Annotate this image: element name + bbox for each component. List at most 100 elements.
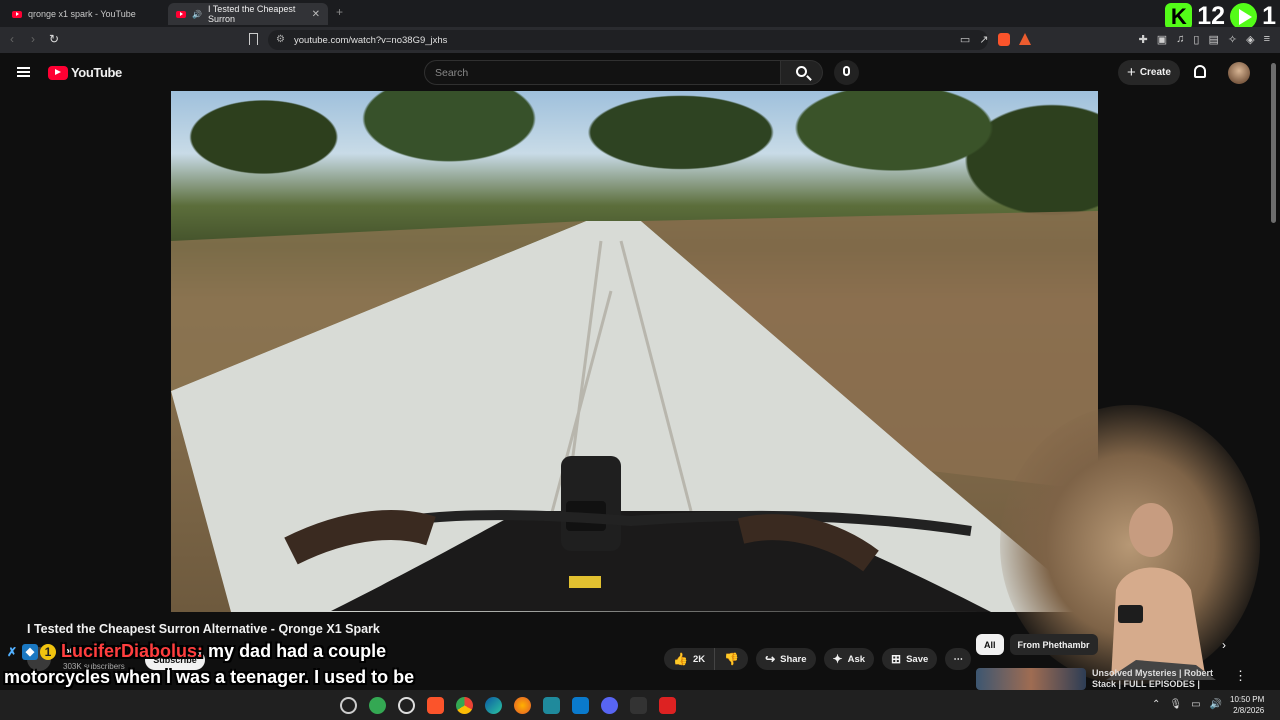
chrome-icon[interactable] [456,697,473,714]
close-tab-icon[interactable]: ✕ [312,9,320,20]
address-bar[interactable]: ⚙ youtube.com/watch?v=no38G9_jxhs [268,30,988,50]
youtube-favicon-icon [176,10,186,18]
thumbs-up-icon: 👍 [673,652,688,666]
edge-icon[interactable] [485,697,502,714]
youtube-favicon-icon [12,10,22,18]
chat-badges: ✗ ◆ 1 [4,644,56,661]
video-title: I Tested the Cheapest Surron Alternative… [27,622,380,636]
screenshot-icon[interactable]: ▣ [1157,33,1167,46]
extension-toolbar: ▭ ↗ ✚ ▣ ♫ ▯ ▤ ✧ ◈ ≡ [960,33,1270,46]
app-icon-red[interactable] [659,697,676,714]
dislike-button[interactable]: 👎 [715,648,749,670]
tab-title: qronge x1 spark - YouTube [28,9,136,19]
volume-icon[interactable]: 🔊 [1210,699,1222,710]
recommendation-title[interactable]: Unsolved Mysteries | Robert Stack | FULL… [1092,668,1222,690]
taskbar-apps [340,697,676,714]
chevron-right-icon[interactable]: › [1222,638,1226,652]
video-player[interactable] [171,91,1098,612]
search-icon [796,66,807,77]
related-filter-chips: All From Phethambr [976,634,1098,655]
kick-logo-icon: K [1165,3,1193,30]
share-page-icon[interactable]: ↗ [979,33,988,46]
taskbar: ⌃ 🎙 ▭ 🔊 10:50 PM 2/8/2026 [0,690,1280,720]
app-icon-circle[interactable] [340,697,357,714]
logo-text: YouTube [71,65,122,80]
more-options-icon[interactable]: ⋮ [1234,668,1247,684]
firefox-icon[interactable] [514,697,531,714]
back-icon[interactable]: ‹ [10,32,14,46]
cast-icon[interactable]: ▭ [960,33,970,46]
sidebar-icon[interactable]: ▯ [1193,33,1199,46]
speaker-icon[interactable]: 🔊 [192,10,202,19]
subscriber-badge-icon: ◆ [22,644,38,661]
voice-search-button[interactable] [834,60,859,85]
create-button[interactable]: + Create [1118,60,1180,85]
extensions-icon[interactable]: ✚ [1139,33,1148,46]
screen: qronge x1 spark - YouTube 🔊 I Tested the… [0,0,1280,720]
tab-title: I Tested the Cheapest Surron [207,4,296,24]
tab-qronge-search[interactable]: qronge x1 spark - YouTube [4,3,164,25]
chip-from-channel[interactable]: From Phethambr [1009,634,1098,655]
youtube-logo[interactable]: YouTube [48,65,122,80]
share-label: Share [780,653,807,665]
browser-toolbar: ‹ › ↻ ⚙ youtube.com/watch?v=no38G9_jxhs … [0,27,1280,53]
save-button[interactable]: ⊞ Save [882,648,938,670]
account-avatar[interactable] [1228,62,1250,84]
clock-time: 10:50 PM [1230,695,1265,704]
system-tray: ⌃ 🎙 ▭ 🔊 [1152,699,1222,710]
discord-icon[interactable] [601,697,618,714]
search-input[interactable]: Search [424,60,781,85]
brave-rewards-icon[interactable] [1018,33,1031,45]
ask-button[interactable]: ✦ Ask [823,648,875,670]
like-count: 2K [692,653,706,665]
brave-shields-icon[interactable] [997,33,1010,46]
save-label: Save [906,653,929,665]
leo-ai-icon[interactable]: ✧ [1228,33,1237,46]
sparkle-icon: ✦ [832,652,843,666]
app-icon-green[interactable] [369,697,386,714]
new-tab-button[interactable]: + [336,5,343,19]
tab-current-video[interactable]: 🔊 I Tested the Cheapest Surron ✕ [168,3,328,25]
tray-mic-icon[interactable]: 🎙 [1169,699,1182,710]
media-icon[interactable]: ♫ [1176,33,1184,46]
vscode-icon[interactable] [572,697,589,714]
vpn-icon[interactable]: ◈ [1246,33,1254,46]
wallet-icon[interactable]: ▤ [1208,33,1218,46]
guide-menu-icon[interactable] [17,67,30,77]
site-info-icon[interactable]: ⚙ [276,34,285,45]
url-text: youtube.com/watch?v=no38G9_jxhs [294,34,448,46]
forward-icon[interactable]: › [31,32,35,46]
system-clock[interactable]: 10:50 PM 2/8/2026 [1230,694,1264,716]
app-icon-obs[interactable] [398,697,415,714]
like-button[interactable]: 👍 2K [664,648,716,670]
chevron-up-icon[interactable]: ⌃ [1152,699,1160,710]
chip-all[interactable]: All [976,634,1004,655]
chat-username: LuciferDiabolus: [61,641,204,661]
streamer-figure [1106,503,1216,680]
app-icon-dark[interactable] [630,697,647,714]
clock-date: 2/8/2026 [1233,706,1265,715]
page-scrollbar[interactable] [1271,63,1276,223]
sword-badge-icon: ✗ [6,645,18,660]
notifications-bell-icon[interactable] [1194,65,1206,78]
bookmark-icon[interactable] [249,33,258,45]
ask-label: Ask [847,653,866,665]
share-button[interactable]: ↪ Share [756,648,816,670]
share-icon: ↪ [765,652,776,666]
recommendation-thumbnail[interactable] [976,668,1086,690]
plus-icon: + [1127,64,1136,81]
menu-icon[interactable]: ≡ [1264,33,1270,46]
reload-icon[interactable]: ↻ [49,32,59,46]
play-logo-icon [1230,3,1258,30]
more-actions-button[interactable]: ⋯ [945,648,972,670]
search-placeholder: Search [435,66,469,79]
network-icon[interactable]: ▭ [1191,699,1200,710]
search-button[interactable] [781,60,823,85]
bookmark-save-icon: ⊞ [891,652,902,666]
youtube-play-icon [48,65,68,80]
like-dislike-group: 👍 2K 👎 [664,648,749,670]
video-frame-trail [171,211,1098,612]
thumbs-down-icon: 👎 [724,652,740,666]
app-icon-teal[interactable] [543,697,560,714]
brave-browser-icon[interactable] [427,697,444,714]
